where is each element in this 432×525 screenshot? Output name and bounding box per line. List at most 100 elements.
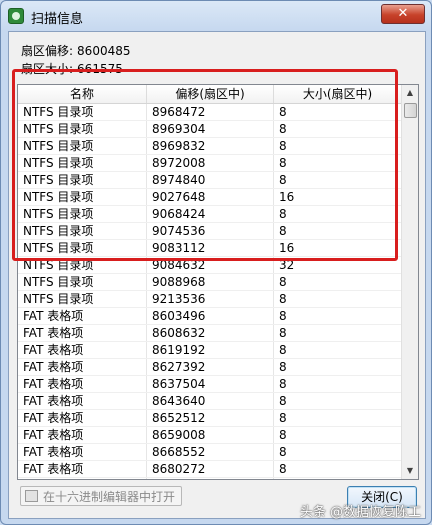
row-size-cell: 32 [274,257,402,273]
row-size-cell: 8 [274,342,402,358]
row-size-cell: 8 [274,461,402,477]
row-name-cell: FAT 表格项 [18,376,147,392]
list-rows: NTFS 目录项 8968472 8 NTFS 目录项 8969304 8 NTFS 目录项… [18,104,402,479]
column-header-size[interactable]: 大小(扇区中) [274,85,402,103]
row-name-cell: NTFS 目录项 [18,240,147,256]
row-size-cell: 8 [274,410,402,426]
row-name-cell: FAT 表格项 [18,308,147,324]
row-offset-cell: 8643640 [147,393,274,409]
row-offset-cell: 8652512 [147,410,274,426]
table-row[interactable]: NTFS 目录项 8974840 8 [18,172,402,189]
row-offset-cell: 9068424 [147,206,274,222]
sector-offset-line: 扇区偏移: 8600485 [21,42,131,59]
scroll-down-arrow-icon[interactable]: ▼ [402,463,418,479]
list-header: 名称 偏移(扇区中) 大小(扇区中) [18,85,402,104]
table-row[interactable]: NTFS 目录项 9068424 8 [18,206,402,223]
row-name-cell: FAT 表格项 [18,478,147,479]
table-row[interactable]: NTFS 目录项 9213536 8 [18,291,402,308]
table-row[interactable]: NTFS 目录项 8969832 8 [18,138,402,155]
table-row[interactable]: NTFS 目录项 8968472 8 [18,104,402,121]
column-header-offset[interactable]: 偏移(扇区中) [147,85,274,103]
table-row[interactable]: FAT 表格项 8619192 8 [18,342,402,359]
row-size-cell: 16 [274,240,402,256]
table-row[interactable]: NTFS 目录项 9074536 8 [18,223,402,240]
hex-editor-icon [25,490,38,502]
row-size-cell: 8 [274,172,402,188]
row-name-cell: NTFS 目录项 [18,291,147,307]
table-row[interactable]: NTFS 目录项 8969304 8 [18,121,402,138]
row-offset-cell: 8619192 [147,342,274,358]
scan-info-dialog: 扫描信息 ✕ 扇区偏移: 8600485 扇区大小: 661575 名称 偏移(扇区… [0,0,432,525]
row-name-cell: FAT 表格项 [18,342,147,358]
row-name-cell: FAT 表格项 [18,410,147,426]
row-offset-cell: 8627392 [147,359,274,375]
row-offset-cell: 8637504 [147,376,274,392]
table-row[interactable]: FAT 表格项 8668552 8 [18,444,402,461]
row-name-cell: FAT 表格项 [18,393,147,409]
row-name-cell: NTFS 目录项 [18,206,147,222]
window-close-button[interactable]: ✕ [381,4,425,24]
table-row[interactable]: NTFS 目录项 8972008 8 [18,155,402,172]
row-offset-cell: 9084632 [147,257,274,273]
row-size-cell: 8 [274,206,402,222]
row-size-cell: 8 [274,155,402,171]
row-name-cell: NTFS 目录项 [18,155,147,171]
watermark: 头条 @数据恢复陈工 [299,505,421,520]
table-row[interactable]: FAT 表格项 8680272 8 [18,461,402,478]
row-offset-cell: 8968472 [147,104,274,120]
table-row[interactable]: FAT 表格项 8659008 8 [18,427,402,444]
table-row[interactable]: FAT 表格项 8603496 8 [18,308,402,325]
table-row[interactable]: FAT 表格项 8637504 8 [18,376,402,393]
table-row[interactable]: NTFS 目录项 9088968 8 [18,274,402,291]
table-row[interactable]: FAT 表格项86877128 [18,478,402,479]
row-offset-cell: 8969832 [147,138,274,154]
row-offset-cell: 8972008 [147,155,274,171]
open-in-hex-editor-button[interactable]: 在十六进制编辑器中打开 [20,486,182,506]
row-name-cell: FAT 表格项 [18,427,147,443]
title-bar: 扫描信息 ✕ [1,1,431,31]
row-offset-cell: 8969304 [147,121,274,137]
row-offset-cell: 8608632 [147,325,274,341]
row-size-cell: 8 [274,223,402,239]
row-size-cell: 8 [274,291,402,307]
row-offset-cell: 9213536 [147,291,274,307]
row-name-cell: NTFS 目录项 [18,274,147,290]
table-row[interactable]: FAT 表格项 8652512 8 [18,410,402,427]
row-size-cell: 8 [274,393,402,409]
row-size-cell: 8 [274,444,402,460]
row-size-cell: 8 [274,121,402,137]
row-offset-cell: 8680272 [147,461,274,477]
row-name-cell: NTFS 目录项 [18,223,147,239]
row-name-cell: NTFS 目录项 [18,189,147,205]
sector-size-line: 扇区大小: 661575 [21,60,123,77]
row-name-cell: NTFS 目录项 [18,257,147,273]
sector-size-value: 661575 [77,62,123,76]
row-size-cell: 8 [274,427,402,443]
table-row[interactable]: FAT 表格项 8643640 8 [18,393,402,410]
row-offset-cell: 8668552 [147,444,274,460]
row-name-cell: NTFS 目录项 [18,104,147,120]
dialog-body: 扇区偏移: 8600485 扇区大小: 661575 名称 偏移(扇区中) 大小(扇… [8,31,426,519]
table-row[interactable]: NTFS 目录项 9027648 16 [18,189,402,206]
row-size-cell: 8 [274,478,402,479]
row-size-cell: 8 [274,308,402,324]
scrollbar-thumb[interactable] [404,103,417,118]
row-offset-cell: 8659008 [147,427,274,443]
table-row[interactable]: FAT 表格项 8627392 8 [18,359,402,376]
sector-offset-value: 8600485 [77,44,131,58]
table-row[interactable]: NTFS 目录项 9083112 16 [18,240,402,257]
row-offset-cell: 9083112 [147,240,274,256]
row-size-cell: 8 [274,104,402,120]
column-header-name[interactable]: 名称 [18,85,147,103]
sector-size-label: 扇区大小: [21,62,74,76]
scan-results-list[interactable]: 名称 偏移(扇区中) 大小(扇区中) NTFS 目录项 8968472 8 NTFS … [17,84,419,480]
row-name-cell: NTFS 目录项 [18,138,147,154]
table-row[interactable]: NTFS 目录项 9084632 32 [18,257,402,274]
scroll-up-arrow-icon[interactable]: ▲ [402,85,418,101]
row-size-cell: 8 [274,274,402,290]
window-title: 扫描信息 [31,12,84,27]
row-name-cell: FAT 表格项 [18,461,147,477]
table-row[interactable]: FAT 表格项 8608632 8 [18,325,402,342]
row-offset-cell: 8687712 [147,478,274,479]
vertical-scrollbar[interactable]: ▲ ▼ [401,85,418,479]
